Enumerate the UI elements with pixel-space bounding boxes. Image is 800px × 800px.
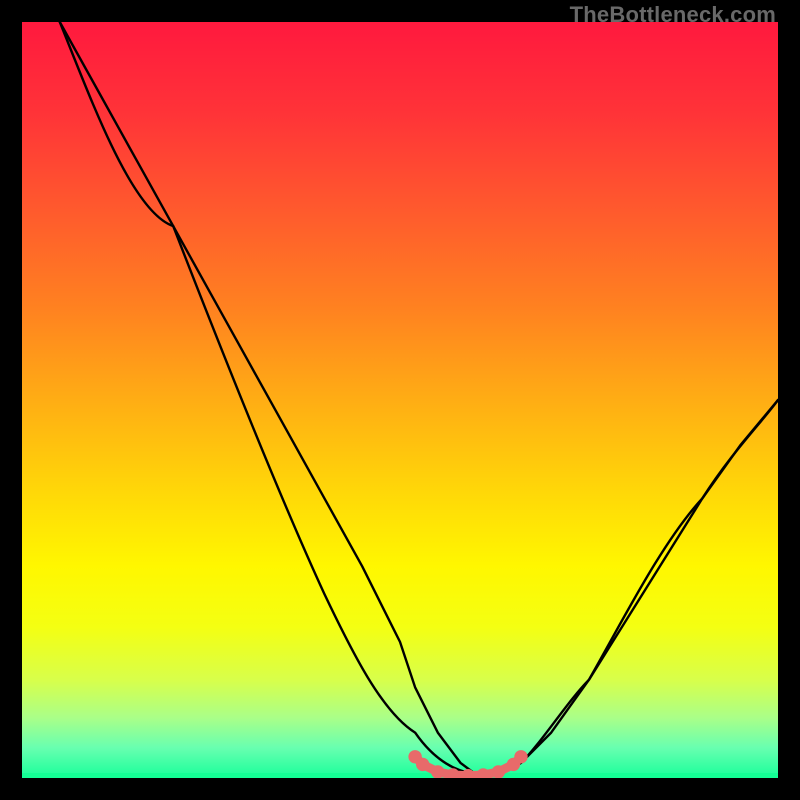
baseline-strip	[22, 773, 778, 778]
chart-frame	[22, 22, 778, 778]
bottleneck-chart	[22, 22, 778, 778]
chart-background-gradient	[22, 22, 778, 778]
attribution-watermark: TheBottleneck.com	[570, 2, 776, 28]
